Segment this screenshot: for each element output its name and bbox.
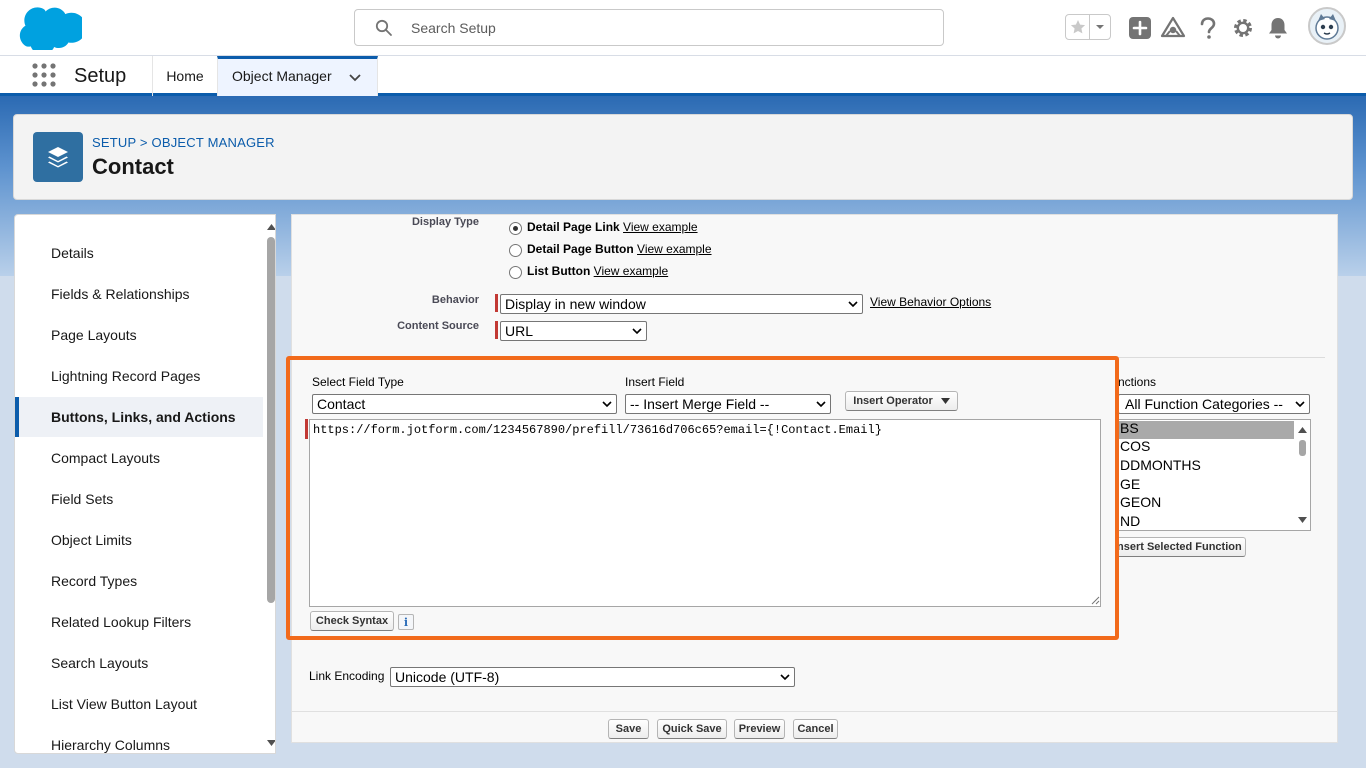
sidebar-item[interactable]: Compact Layouts — [15, 438, 263, 478]
sidebar-item[interactable]: Record Types — [15, 561, 263, 601]
save-button[interactable]: Save — [608, 719, 649, 739]
favorites-dropdown-icon[interactable] — [1090, 15, 1110, 39]
behavior-select-value: Display in new window — [505, 296, 646, 312]
content-source-select-value: URL — [505, 323, 534, 339]
function-list[interactable]: BS COS DDMONTHS GE GEON ND — [1115, 419, 1311, 531]
quick-save-button[interactable]: Quick Save — [657, 719, 727, 739]
search-icon — [375, 19, 392, 36]
sidebar-item[interactable]: Fields & Relationships — [15, 274, 263, 314]
sidebar-item[interactable]: Related Lookup Filters — [15, 602, 263, 642]
help-icon[interactable] — [1194, 14, 1222, 42]
salesforce-logo[interactable] — [18, 6, 82, 50]
sidebar-item[interactable]: Buttons, Links, and Actions — [15, 397, 263, 437]
function-item[interactable]: GE — [1120, 476, 1140, 492]
behavior-label: Behavior — [431, 294, 479, 306]
functions-label: nctions — [1118, 375, 1157, 389]
behavior-select[interactable]: Display in new window — [500, 294, 863, 314]
app-launcher-icon[interactable] — [32, 63, 56, 87]
sidebar-item[interactable]: Field Sets — [15, 479, 263, 519]
link-encoding-select[interactable]: Unicode (UTF-8) — [390, 667, 795, 687]
sidebar-item[interactable]: List View Button Layout — [15, 684, 263, 724]
display-option-label: Detail Page Button — [527, 242, 634, 256]
chevron-down-icon[interactable] — [348, 71, 362, 85]
context-bar: Setup Home Object Manager — [0, 56, 1366, 96]
display-type-radio-detail-button[interactable] — [509, 244, 522, 257]
display-type-option: List Button View example — [527, 264, 668, 278]
content-source-label: Content Source — [397, 320, 479, 332]
function-item[interactable]: BS — [1120, 420, 1139, 436]
function-item[interactable]: DDMONTHS — [1120, 457, 1201, 473]
chevron-down-icon — [780, 674, 790, 681]
chevron-down-icon — [848, 301, 858, 308]
scroll-up-icon[interactable] — [267, 223, 276, 231]
display-option-label: Detail Page Link — [527, 220, 620, 234]
function-category-select[interactable]: All Function Categories -- — [1118, 394, 1310, 414]
search-input[interactable] — [411, 10, 931, 45]
display-type-radio-detail-link[interactable] — [509, 222, 522, 235]
user-avatar[interactable] — [1308, 7, 1346, 45]
selected-function-highlight — [1116, 421, 1294, 439]
sidebar-item[interactable]: Page Layouts — [15, 315, 263, 355]
notification-bell-icon[interactable] — [1264, 14, 1292, 42]
gear-icon[interactable] — [1229, 14, 1257, 42]
function-category-value: All Function Categories -- — [1125, 396, 1283, 412]
display-type-option: Detail Page Link View example — [527, 220, 698, 234]
favorites-star-icon[interactable] — [1066, 15, 1090, 39]
object-layers-icon — [33, 132, 83, 182]
sidebar-item[interactable]: Object Limits — [15, 520, 263, 560]
insert-selected-function-button[interactable]: nsert Selected Function — [1115, 537, 1246, 557]
function-list-scrollbar-thumb[interactable] — [1299, 440, 1306, 456]
link-encoding-label: Link Encoding — [309, 669, 385, 683]
trailhead-icon[interactable] — [1159, 14, 1187, 42]
view-example-link[interactable]: View example — [594, 264, 668, 278]
footer-divider — [292, 711, 1337, 712]
global-header — [0, 0, 1366, 56]
tab-object-manager-label: Object Manager — [232, 68, 332, 84]
content-source-select[interactable]: URL — [500, 321, 647, 341]
page-title: Contact — [92, 154, 174, 179]
object-sidebar: Details Fields & Relationships Page Layout… — [14, 214, 276, 754]
scroll-down-icon[interactable] — [267, 739, 276, 747]
sidebar-item[interactable]: Details — [15, 233, 263, 273]
app-name: Setup — [74, 65, 127, 87]
function-item[interactable]: COS — [1120, 438, 1150, 454]
view-example-link[interactable]: View example — [623, 220, 697, 234]
display-type-radio-list-button[interactable] — [509, 266, 522, 279]
scroll-down-icon[interactable] — [1298, 516, 1307, 524]
favorites-group — [1065, 14, 1111, 40]
highlight-annotation — [286, 356, 1119, 640]
required-indicator — [495, 294, 498, 312]
sidebar-item[interactable]: Hierarchy Columns — [15, 725, 263, 753]
search-box[interactable] — [354, 9, 944, 46]
display-type-option: Detail Page Button View example — [527, 242, 712, 256]
sidebar-scrollbar-thumb[interactable] — [267, 237, 275, 603]
required-indicator — [495, 321, 498, 339]
display-option-label: List Button — [527, 264, 591, 278]
function-item[interactable]: ND — [1120, 513, 1140, 529]
link-encoding-value: Unicode (UTF-8) — [395, 669, 500, 685]
sidebar-item[interactable]: Search Layouts — [15, 643, 263, 683]
tab-home[interactable]: Home — [153, 56, 217, 96]
sidebar-item[interactable]: Lightning Record Pages — [15, 356, 263, 396]
page-header: SETUP > OBJECT MANAGER Contact — [13, 114, 1353, 200]
chevron-down-icon — [632, 328, 642, 335]
display-type-label: Display Type — [411, 216, 479, 228]
cancel-button[interactable]: Cancel — [793, 719, 838, 739]
tab-object-manager[interactable]: Object Manager — [217, 56, 378, 96]
global-actions-icon[interactable] — [1126, 14, 1154, 42]
view-behavior-options-link[interactable]: View Behavior Options — [870, 295, 991, 309]
preview-button[interactable]: Preview — [734, 719, 785, 739]
function-item[interactable]: GEON — [1120, 494, 1161, 510]
scroll-up-icon[interactable] — [1298, 426, 1307, 434]
view-example-link[interactable]: View example — [637, 242, 711, 256]
chevron-down-icon — [1295, 401, 1305, 408]
breadcrumb[interactable]: SETUP > OBJECT MANAGER — [92, 135, 275, 150]
